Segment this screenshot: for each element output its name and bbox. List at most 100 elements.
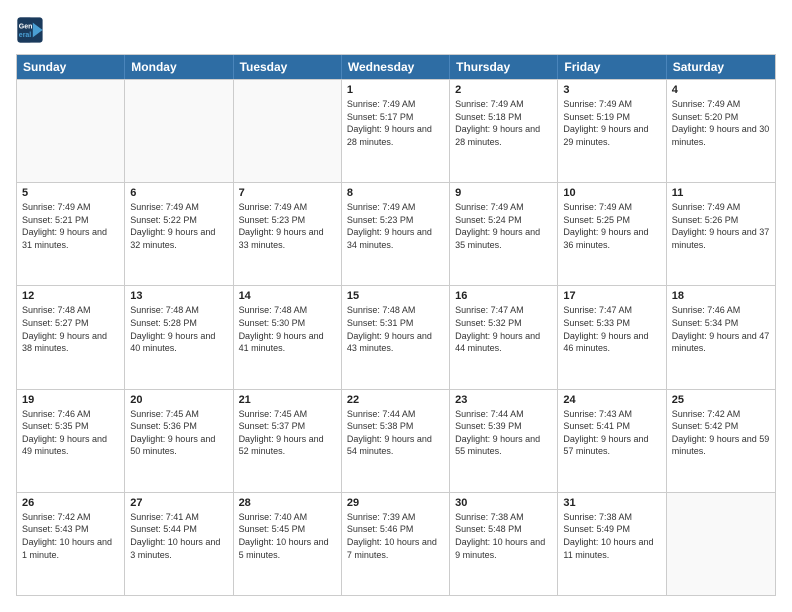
day-number: 18 xyxy=(672,290,770,302)
day-cell-22: 22 Sunrise: 7:44 AM Sunset: 5:38 PM Dayli… xyxy=(342,390,450,492)
svg-text:Gen: Gen xyxy=(19,24,33,31)
day-details: Sunrise: 7:38 AM Sunset: 5:48 PM Dayligh… xyxy=(455,511,552,561)
day-details: Sunrise: 7:48 AM Sunset: 5:28 PM Dayligh… xyxy=(130,304,227,354)
day-number: 20 xyxy=(130,394,227,406)
calendar-body: 1Sunrise: 7:49 AM Sunset: 5:17 PM Daylig… xyxy=(17,79,775,595)
svg-text:eral: eral xyxy=(19,32,32,39)
day-number: 23 xyxy=(455,394,552,406)
day-details: Sunrise: 7:47 AM Sunset: 5:32 PM Dayligh… xyxy=(455,304,552,354)
day-number: 25 xyxy=(672,394,770,406)
header-day-thursday: Thursday xyxy=(450,55,558,79)
day-details: Sunrise: 7:49 AM Sunset: 5:26 PM Dayligh… xyxy=(672,201,770,251)
day-details: Sunrise: 7:38 AM Sunset: 5:49 PM Dayligh… xyxy=(563,511,660,561)
day-details: Sunrise: 7:48 AM Sunset: 5:27 PM Dayligh… xyxy=(22,304,119,354)
day-cell-3: 3Sunrise: 7:49 AM Sunset: 5:19 PM Daylig… xyxy=(558,80,666,182)
header-day-friday: Friday xyxy=(558,55,666,79)
empty-cell xyxy=(125,80,233,182)
day-details: Sunrise: 7:42 AM Sunset: 5:43 PM Dayligh… xyxy=(22,511,119,561)
day-details: Sunrise: 7:44 AM Sunset: 5:38 PM Dayligh… xyxy=(347,408,444,458)
page: Gen eral SundayMondayTuesdayWednesdayThu… xyxy=(0,0,792,612)
logo-icon: Gen eral xyxy=(16,16,44,44)
day-details: Sunrise: 7:45 AM Sunset: 5:37 PM Dayligh… xyxy=(239,408,336,458)
calendar-row-3: 19Sunrise: 7:46 AM Sunset: 5:35 PM Dayli… xyxy=(17,389,775,492)
day-cell-14: 14Sunrise: 7:48 AM Sunset: 5:30 PM Dayli… xyxy=(234,286,342,388)
header-day-monday: Monday xyxy=(125,55,233,79)
day-details: Sunrise: 7:49 AM Sunset: 5:22 PM Dayligh… xyxy=(130,201,227,251)
day-cell-6: 6 Sunrise: 7:49 AM Sunset: 5:22 PM Daylig… xyxy=(125,183,233,285)
day-number: 31 xyxy=(563,497,660,509)
day-cell-2: 2 Sunrise: 7:49 AM Sunset: 5:18 PM Daylig… xyxy=(450,80,558,182)
day-details: Sunrise: 7:49 AM Sunset: 5:18 PM Dayligh… xyxy=(455,98,552,148)
day-number: 27 xyxy=(130,497,227,509)
calendar-row-0: 1Sunrise: 7:49 AM Sunset: 5:17 PM Daylig… xyxy=(17,79,775,182)
day-number: 5 xyxy=(22,187,119,199)
day-details: Sunrise: 7:49 AM Sunset: 5:25 PM Dayligh… xyxy=(563,201,660,251)
day-cell-28: 28 Sunrise: 7:40 AM Sunset: 5:45 PM Dayli… xyxy=(234,493,342,595)
day-number: 22 xyxy=(347,394,444,406)
day-number: 17 xyxy=(563,290,660,302)
day-cell-11: 11 Sunrise: 7:49 AM Sunset: 5:26 PM Dayli… xyxy=(667,183,775,285)
day-cell-27: 27Sunrise: 7:41 AM Sunset: 5:44 PM Dayli… xyxy=(125,493,233,595)
day-cell-12: 12 Sunrise: 7:48 AM Sunset: 5:27 PM Dayli… xyxy=(17,286,125,388)
calendar-header-row: SundayMondayTuesdayWednesdayThursdayFrid… xyxy=(17,55,775,79)
day-number: 15 xyxy=(347,290,444,302)
day-number: 29 xyxy=(347,497,444,509)
calendar-row-1: 5 Sunrise: 7:49 AM Sunset: 5:21 PM Daylig… xyxy=(17,182,775,285)
day-cell-13: 13 Sunrise: 7:48 AM Sunset: 5:28 PM Dayli… xyxy=(125,286,233,388)
day-number: 2 xyxy=(455,84,552,96)
day-cell-4: 4 Sunrise: 7:49 AM Sunset: 5:20 PM Daylig… xyxy=(667,80,775,182)
empty-cell xyxy=(667,493,775,595)
day-cell-19: 19Sunrise: 7:46 AM Sunset: 5:35 PM Dayli… xyxy=(17,390,125,492)
day-number: 11 xyxy=(672,187,770,199)
day-details: Sunrise: 7:46 AM Sunset: 5:34 PM Dayligh… xyxy=(672,304,770,354)
header-day-saturday: Saturday xyxy=(667,55,775,79)
day-details: Sunrise: 7:45 AM Sunset: 5:36 PM Dayligh… xyxy=(130,408,227,458)
day-details: Sunrise: 7:49 AM Sunset: 5:20 PM Dayligh… xyxy=(672,98,770,148)
calendar-row-4: 26 Sunrise: 7:42 AM Sunset: 5:43 PM Dayli… xyxy=(17,492,775,595)
day-cell-23: 23Sunrise: 7:44 AM Sunset: 5:39 PM Dayli… xyxy=(450,390,558,492)
day-number: 19 xyxy=(22,394,119,406)
day-details: Sunrise: 7:42 AM Sunset: 5:42 PM Dayligh… xyxy=(672,408,770,458)
header-day-tuesday: Tuesday xyxy=(234,55,342,79)
day-number: 13 xyxy=(130,290,227,302)
day-number: 28 xyxy=(239,497,336,509)
day-cell-31: 31 Sunrise: 7:38 AM Sunset: 5:49 PM Dayli… xyxy=(558,493,666,595)
day-details: Sunrise: 7:47 AM Sunset: 5:33 PM Dayligh… xyxy=(563,304,660,354)
day-details: Sunrise: 7:48 AM Sunset: 5:31 PM Dayligh… xyxy=(347,304,444,354)
empty-cell xyxy=(234,80,342,182)
day-cell-8: 8Sunrise: 7:49 AM Sunset: 5:23 PM Daylig… xyxy=(342,183,450,285)
empty-cell xyxy=(17,80,125,182)
day-cell-10: 10 Sunrise: 7:49 AM Sunset: 5:25 PM Dayli… xyxy=(558,183,666,285)
day-cell-17: 17 Sunrise: 7:47 AM Sunset: 5:33 PM Dayli… xyxy=(558,286,666,388)
day-details: Sunrise: 7:49 AM Sunset: 5:21 PM Dayligh… xyxy=(22,201,119,251)
day-number: 26 xyxy=(22,497,119,509)
day-cell-20: 20 Sunrise: 7:45 AM Sunset: 5:36 PM Dayli… xyxy=(125,390,233,492)
day-cell-16: 16 Sunrise: 7:47 AM Sunset: 5:32 PM Dayli… xyxy=(450,286,558,388)
day-details: Sunrise: 7:49 AM Sunset: 5:19 PM Dayligh… xyxy=(563,98,660,148)
day-cell-26: 26 Sunrise: 7:42 AM Sunset: 5:43 PM Dayli… xyxy=(17,493,125,595)
day-number: 8 xyxy=(347,187,444,199)
day-number: 16 xyxy=(455,290,552,302)
day-details: Sunrise: 7:40 AM Sunset: 5:45 PM Dayligh… xyxy=(239,511,336,561)
day-number: 6 xyxy=(130,187,227,199)
day-cell-5: 5 Sunrise: 7:49 AM Sunset: 5:21 PM Daylig… xyxy=(17,183,125,285)
day-number: 7 xyxy=(239,187,336,199)
day-number: 24 xyxy=(563,394,660,406)
day-cell-1: 1Sunrise: 7:49 AM Sunset: 5:17 PM Daylig… xyxy=(342,80,450,182)
day-cell-21: 21 Sunrise: 7:45 AM Sunset: 5:37 PM Dayli… xyxy=(234,390,342,492)
day-details: Sunrise: 7:43 AM Sunset: 5:41 PM Dayligh… xyxy=(563,408,660,458)
day-number: 21 xyxy=(239,394,336,406)
day-cell-15: 15 Sunrise: 7:48 AM Sunset: 5:31 PM Dayli… xyxy=(342,286,450,388)
day-number: 12 xyxy=(22,290,119,302)
calendar: SundayMondayTuesdayWednesdayThursdayFrid… xyxy=(16,54,776,596)
day-number: 4 xyxy=(672,84,770,96)
day-cell-7: 7 Sunrise: 7:49 AM Sunset: 5:23 PM Daylig… xyxy=(234,183,342,285)
day-details: Sunrise: 7:39 AM Sunset: 5:46 PM Dayligh… xyxy=(347,511,444,561)
header: Gen eral xyxy=(16,16,776,44)
day-details: Sunrise: 7:49 AM Sunset: 5:23 PM Dayligh… xyxy=(239,201,336,251)
day-cell-30: 30Sunrise: 7:38 AM Sunset: 5:48 PM Dayli… xyxy=(450,493,558,595)
day-number: 14 xyxy=(239,290,336,302)
day-number: 10 xyxy=(563,187,660,199)
day-details: Sunrise: 7:49 AM Sunset: 5:24 PM Dayligh… xyxy=(455,201,552,251)
day-cell-24: 24 Sunrise: 7:43 AM Sunset: 5:41 PM Dayli… xyxy=(558,390,666,492)
